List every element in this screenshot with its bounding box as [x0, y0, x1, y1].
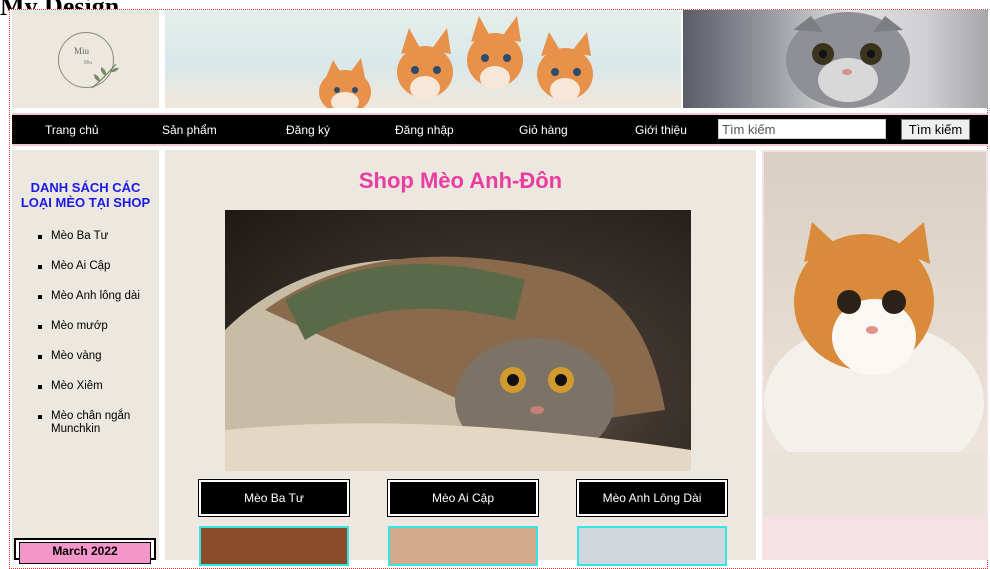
right-sidebar [762, 150, 988, 560]
product-button-egyptian[interactable]: Mèo Ai Cập [387, 479, 539, 517]
grey-cat-banner [683, 10, 988, 108]
nav-about[interactable]: Giới thiệu [635, 123, 687, 137]
product-thumbnail[interactable] [577, 526, 727, 566]
category-sidebar: DANH SÁCH CÁC LOẠI MÈO TẠI SHOP Mèo Ba T… [12, 150, 161, 564]
logo-name: Miu [74, 46, 90, 56]
shop-logo[interactable]: Miu Miu [12, 10, 159, 108]
category-item[interactable]: Mèo Ai Cập [38, 260, 161, 290]
product-button-british-longhair[interactable]: Mèo Anh Lông Dài [576, 479, 728, 517]
main-nav: Trang chủ Sản phẩm Đăng ký Đăng nhập Giỏ… [12, 113, 988, 146]
nav-home[interactable]: Trang chủ [45, 123, 99, 137]
category-item[interactable]: Mèo vàng [38, 350, 161, 380]
sidebar-title-line1: DANH SÁCH CÁC [30, 180, 141, 195]
category-item[interactable]: Mèo Ba Tư [38, 230, 161, 260]
category-item[interactable]: Mèo chân ngắn Munchkin [38, 410, 161, 440]
hero-image [225, 210, 691, 471]
search-input[interactable] [718, 119, 886, 139]
nav-login[interactable]: Đăng nhập [395, 123, 454, 137]
product-thumbnail[interactable] [199, 526, 349, 566]
nav-products[interactable]: Sản phẩm [162, 123, 217, 137]
product-button-persian[interactable]: Mèo Ba Tư [198, 479, 350, 517]
hero-cat-illustration [225, 256, 691, 471]
kittens-illustration [319, 16, 593, 108]
kittens-banner [165, 10, 681, 108]
leaf-icon [91, 63, 119, 89]
category-item[interactable]: Mèo Xiêm [38, 380, 161, 410]
category-item[interactable]: Mèo mướp [38, 320, 161, 350]
category-list: Mèo Ba Tư Mèo Ai Cập Mèo Anh lông dài Mè… [38, 230, 161, 440]
calendar-month: March 2022 [19, 542, 151, 564]
grey-cat-illustration [786, 12, 910, 108]
shop-title: Shop Mèo Anh-Đôn [358, 168, 563, 193]
product-thumbnail[interactable] [388, 526, 538, 566]
category-item[interactable]: Mèo Anh lông dài [38, 290, 161, 320]
nav-register[interactable]: Đăng ký [286, 123, 330, 137]
search-button[interactable]: Tìm kiếm [901, 119, 970, 140]
side-cat-image [764, 152, 986, 516]
main-content: Shop Mèo Anh-Đôn Mèo Ba Tư Mèo Ai Cập Mè… [165, 150, 756, 566]
sidebar-title: DANH SÁCH CÁC LOẠI MÈO TẠI SHOP [12, 180, 159, 210]
orange-cat-illustration [764, 222, 986, 516]
nav-cart[interactable]: Giỏ hàng [519, 123, 568, 137]
sidebar-title-line2: LOẠI MÈO TẠI SHOP [20, 195, 151, 210]
